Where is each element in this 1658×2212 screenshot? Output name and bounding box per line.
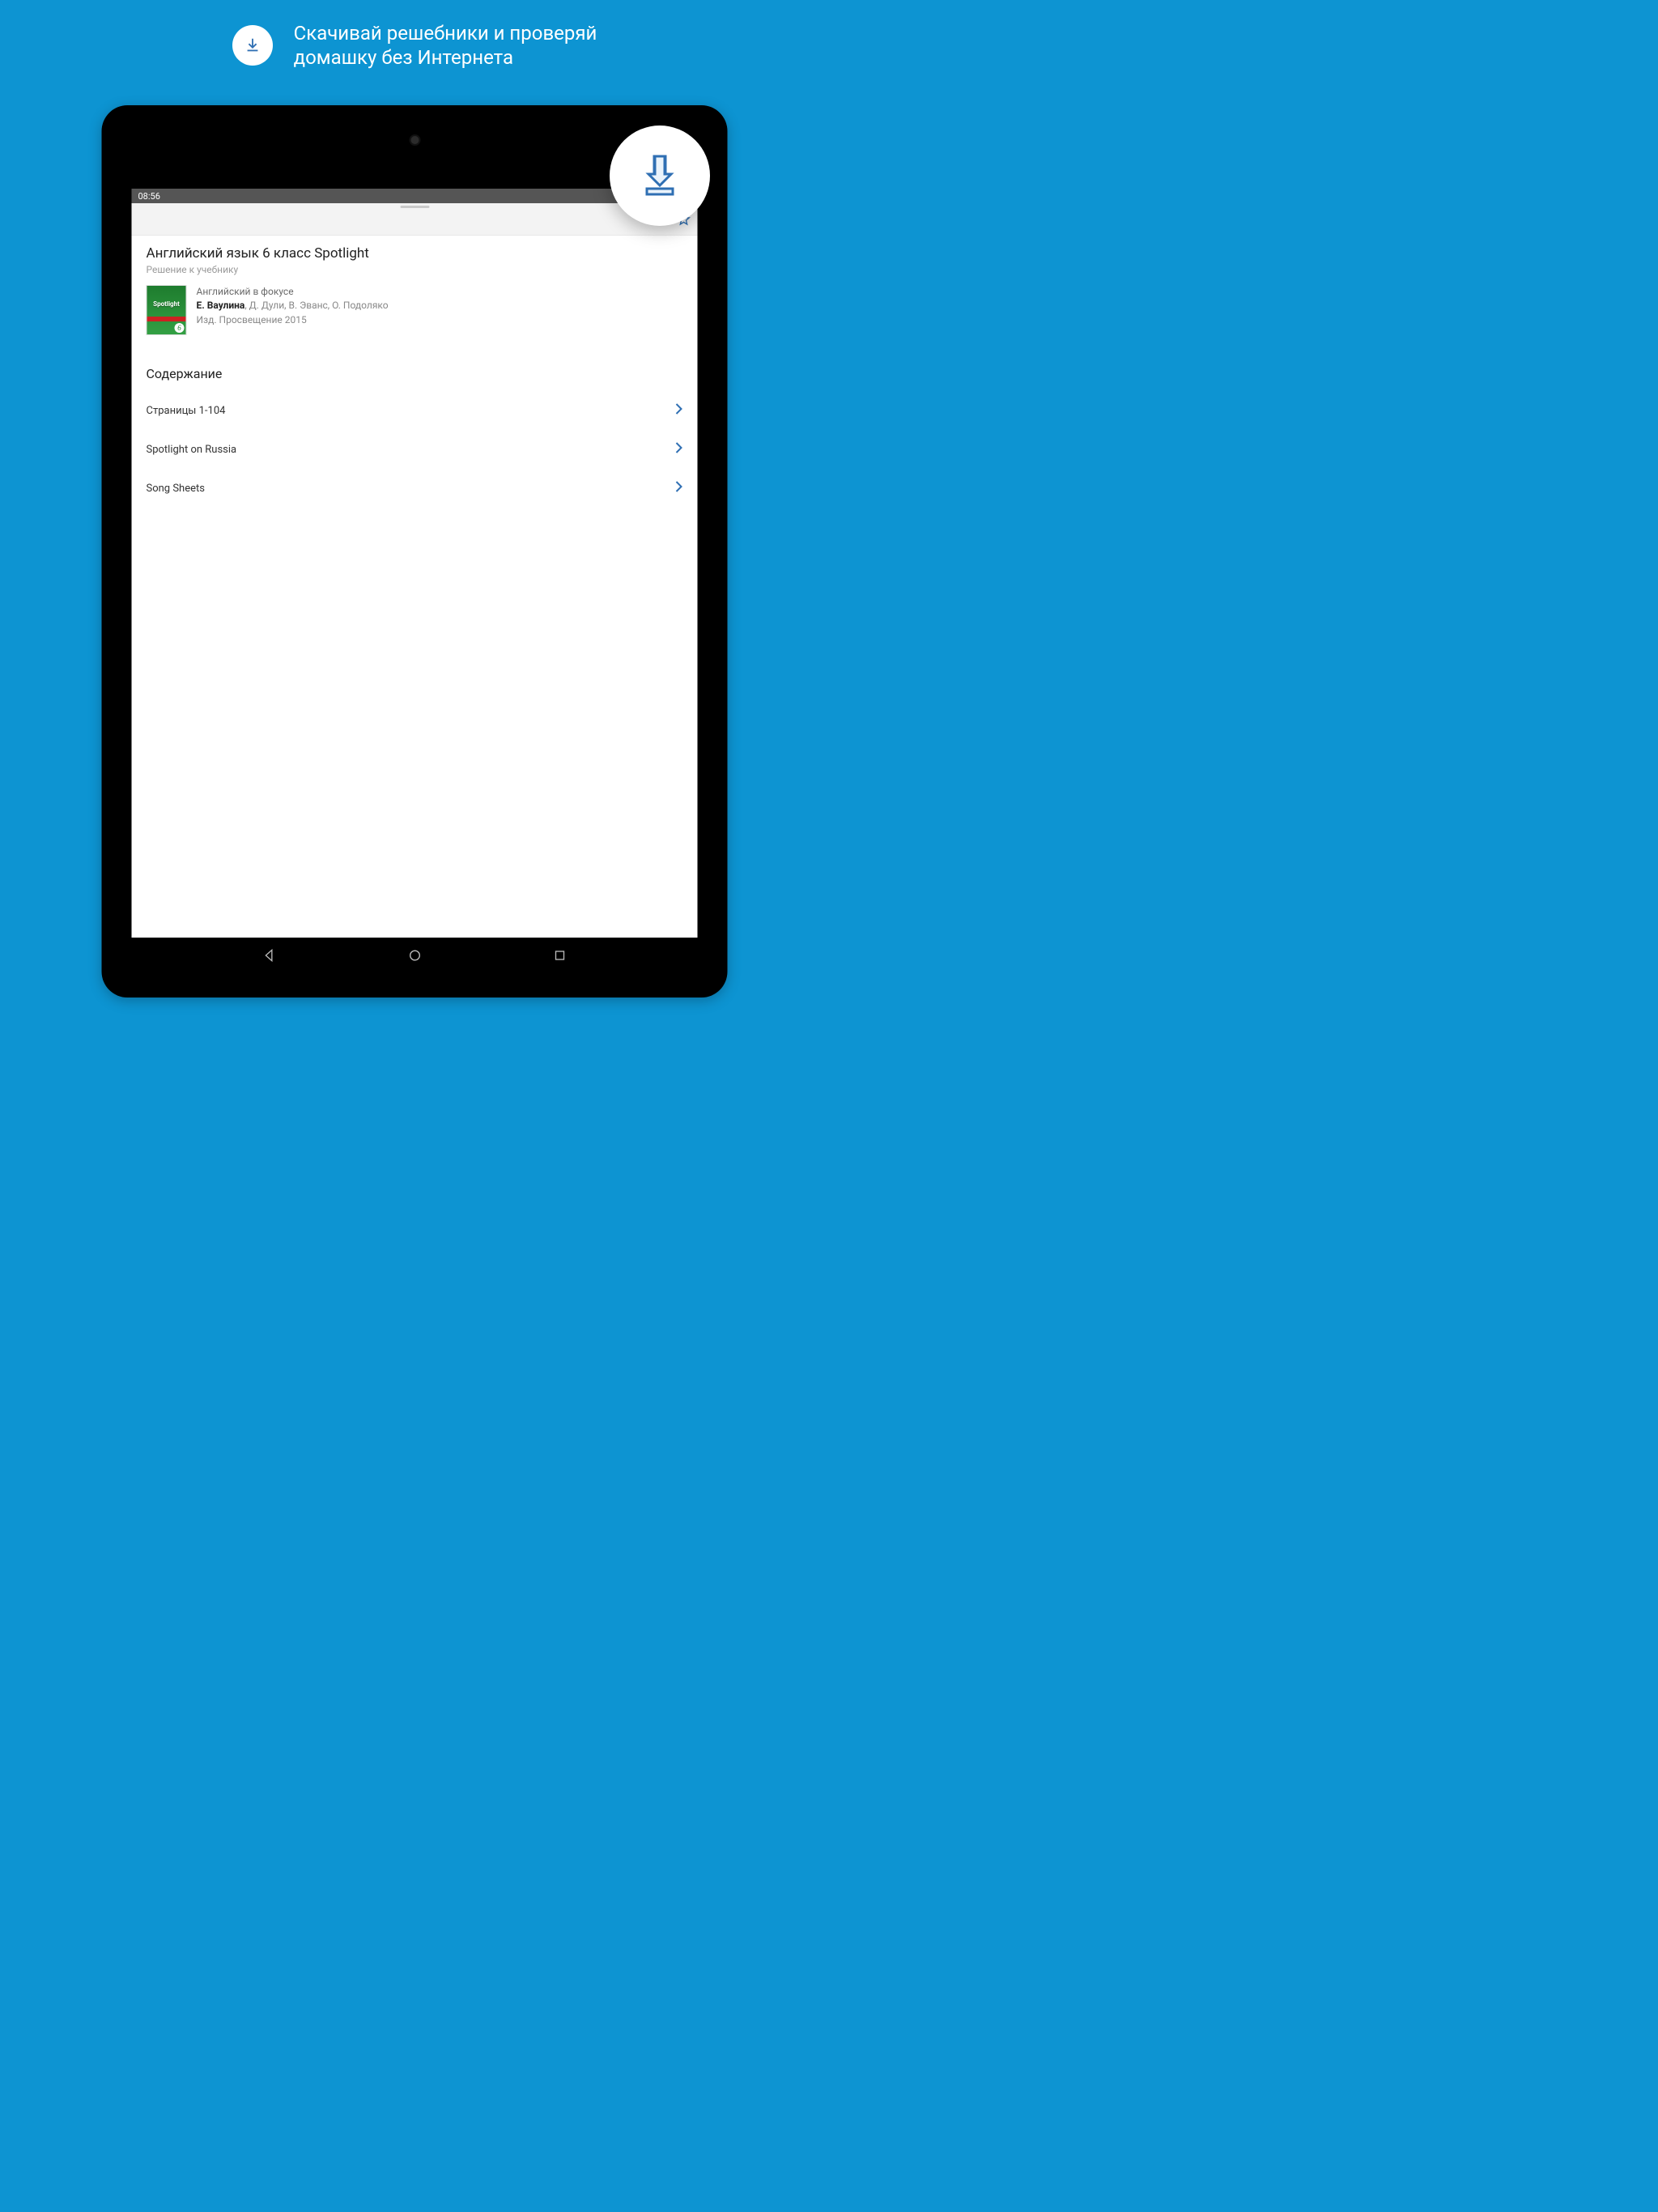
chevron-right-icon [675,441,683,457]
cover-stripe [147,317,186,321]
toc-item-label: Страницы 1-104 [147,405,226,417]
toc-item[interactable]: Spotlight on Russia [132,430,698,469]
book-publisher: Изд. Просвещение 2015 [197,313,389,327]
page-title: Английский язык 6 класс Spotlight [147,245,683,262]
recent-button[interactable] [552,947,568,963]
title-block: Английский язык 6 класс Spotlight Решени… [132,236,698,279]
book-authors: Е. Ваулина, Д. Дули, В. Эванс, О. Подоля… [197,299,389,313]
download-icon [232,25,273,66]
screen: 08:56 Английский язык 6 класс Spotlight [132,189,698,938]
back-button[interactable] [261,947,277,963]
status-time: 08:56 [138,191,160,202]
promo-text: Скачивай решебники и проверяй домашку бе… [294,21,597,70]
contents-heading: Содержание [132,343,698,391]
promo-line1: Скачивай решебники и проверяй [294,21,597,45]
content-area: Английский язык 6 класс Spotlight Решени… [132,236,698,938]
book-cover[interactable]: Spotlight 6 [147,285,187,335]
chevron-right-icon [675,480,683,496]
promo-banner: Скачивай решебники и проверяй домашку бе… [0,0,829,79]
android-navbar [132,938,698,973]
toc-item[interactable]: Song Sheets [132,469,698,508]
camera-dot [409,134,420,146]
app-header [132,203,698,236]
toc-item-label: Spotlight on Russia [147,444,237,456]
toc-item[interactable]: Страницы 1-104 [132,391,698,430]
authors-rest: , Д. Дули, В. Эванс, О. Подоляко [244,300,388,311]
download-badge [610,125,710,226]
cover-number: 6 [175,323,185,333]
page-subtitle: Решение к учебнику [147,264,683,275]
home-button[interactable] [406,947,423,963]
book-row: Spotlight 6 Английский в фокусе Е. Ваули… [132,279,698,343]
book-series: Английский в фокусе [197,285,389,299]
cover-label: Spotlight [149,300,185,308]
toc-item-label: Song Sheets [147,483,205,495]
book-meta: Английский в фокусе Е. Ваулина, Д. Дули,… [197,285,389,335]
drag-handle[interactable] [400,206,429,208]
author-main: Е. Ваулина [197,300,245,311]
chevron-right-icon [675,402,683,419]
tablet-frame: 08:56 Английский язык 6 класс Spotlight [102,105,728,998]
promo-line2: домашку без Интернета [294,45,597,70]
